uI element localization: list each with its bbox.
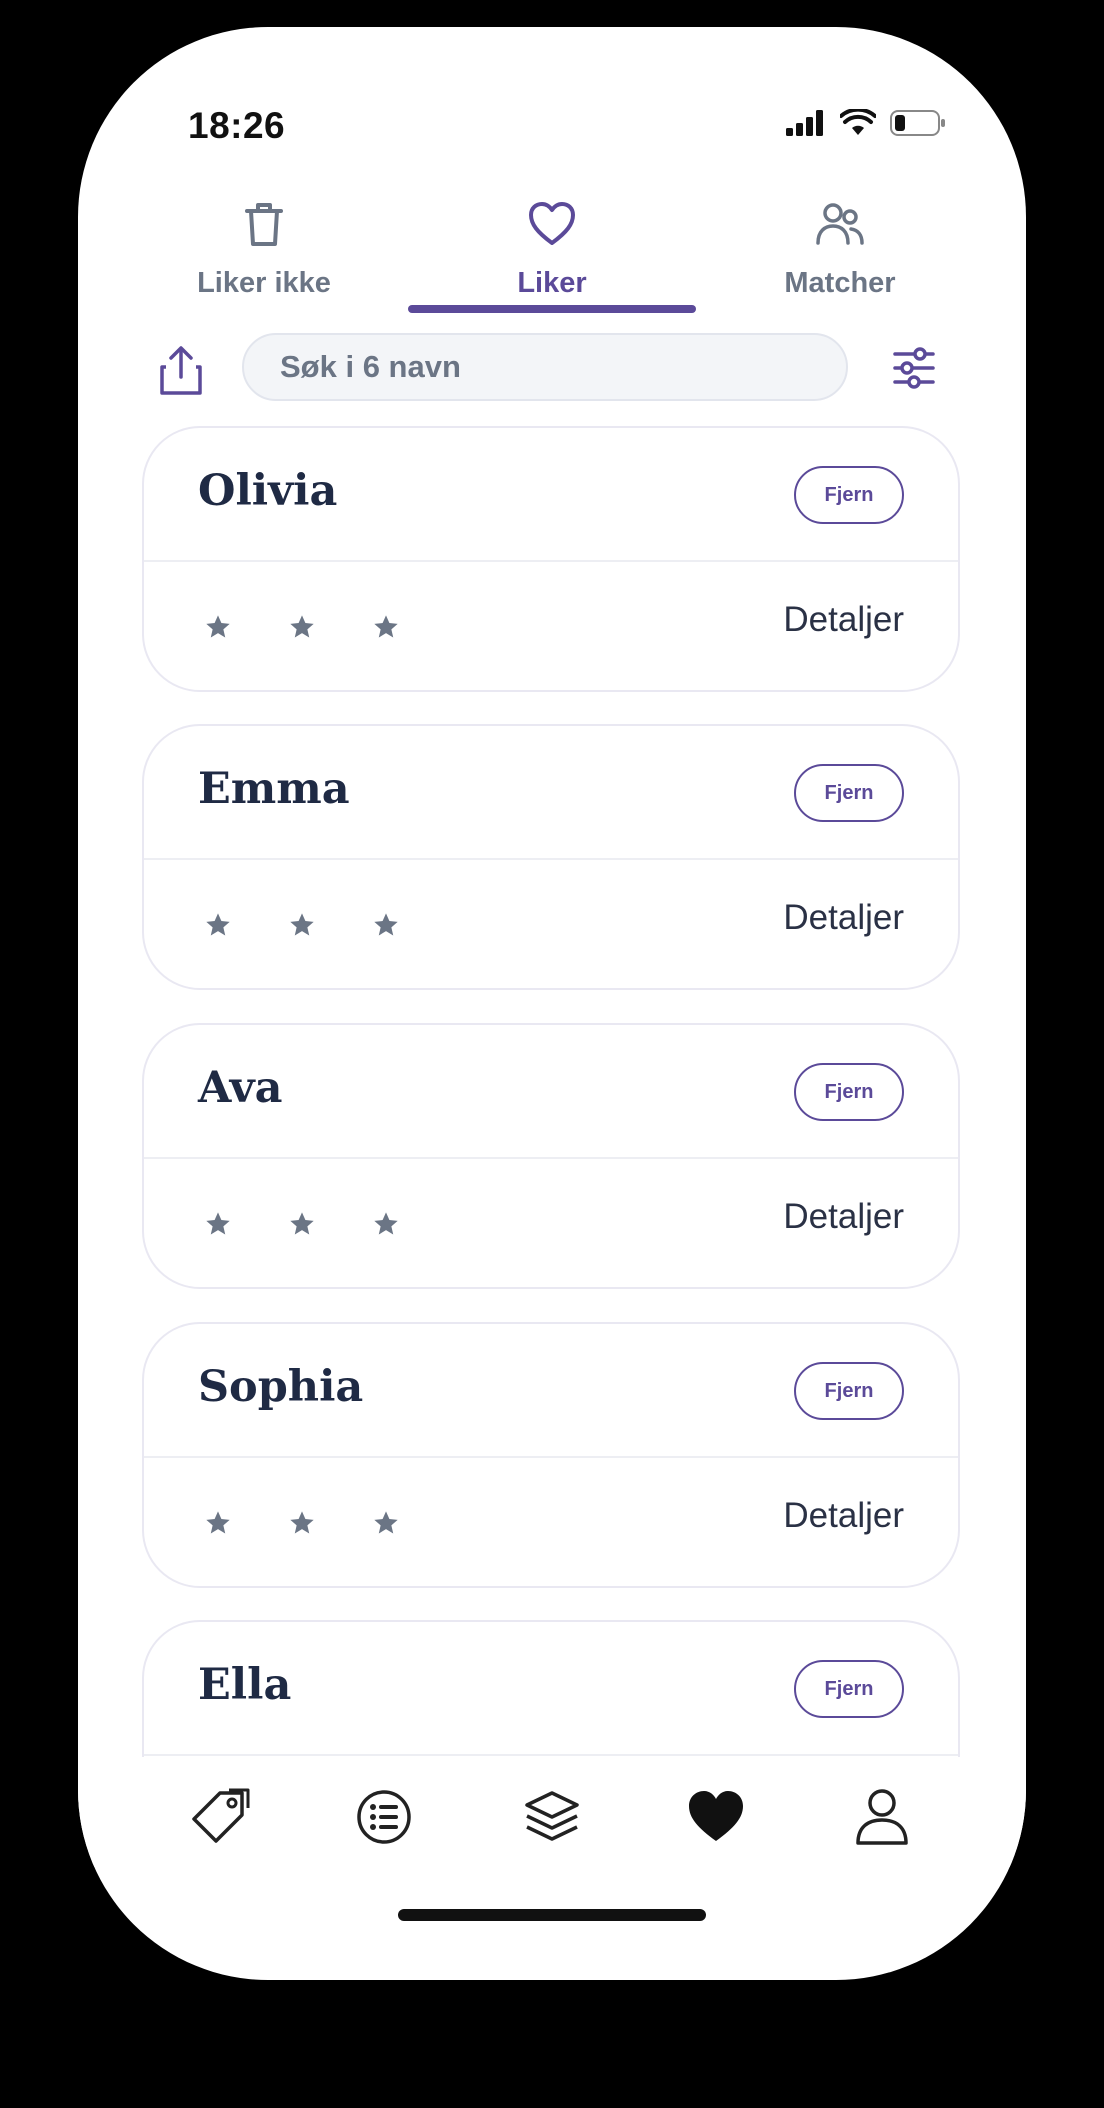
tab-label: Matcher (784, 267, 896, 299)
divider (144, 858, 958, 860)
name-card: Sophia Fjern Detaljer (142, 1322, 960, 1588)
tab-matcher[interactable]: Matcher (710, 187, 970, 327)
active-tab-indicator (408, 305, 696, 313)
name-title: Sophia (198, 1362, 364, 1412)
tab-bar: Liker ikke Liker Matcher (78, 187, 1026, 337)
list-icon[interactable] (354, 1787, 414, 1847)
filter-icon[interactable] (891, 345, 937, 391)
status-icons (786, 109, 946, 137)
star-icon[interactable] (372, 1509, 400, 1537)
search-input[interactable] (242, 333, 848, 401)
users-icon (816, 203, 864, 245)
name-title: Ella (198, 1660, 292, 1710)
name-title: Olivia (198, 466, 338, 516)
remove-button[interactable]: Fjern (794, 1660, 904, 1718)
divider (144, 1754, 958, 1756)
tag-icon[interactable] (190, 1787, 250, 1847)
star-icon[interactable] (288, 613, 316, 641)
battery-icon (890, 110, 945, 136)
details-link[interactable]: Detaljer (783, 600, 904, 640)
star-icon[interactable] (204, 613, 232, 641)
name-title: Ava (198, 1063, 283, 1113)
share-icon[interactable] (156, 345, 206, 399)
rating-stars[interactable] (204, 613, 400, 641)
remove-button[interactable]: Fjern (794, 764, 904, 822)
name-title: Emma (198, 764, 350, 814)
details-link[interactable]: Detaljer (783, 898, 904, 938)
wifi-icon (840, 109, 876, 135)
trash-icon (245, 203, 283, 246)
star-icon[interactable] (372, 613, 400, 641)
tab-label: Liker ikke (197, 267, 331, 299)
signal-icon (786, 110, 823, 136)
heart-filled-icon[interactable] (686, 1787, 746, 1847)
rating-stars[interactable] (204, 911, 400, 939)
name-card: Olivia Fjern Detaljer (142, 426, 960, 692)
star-icon[interactable] (372, 911, 400, 939)
rating-stars[interactable] (204, 1210, 400, 1238)
divider (144, 1157, 958, 1159)
heart-outline-icon (529, 202, 575, 245)
phone-screen: 18:26 Liker ikke Liker Matcher Søk i 6 n… (78, 27, 1026, 1980)
remove-button[interactable]: Fjern (794, 466, 904, 524)
details-link[interactable]: Detaljer (783, 1496, 904, 1536)
star-icon[interactable] (204, 911, 232, 939)
star-icon[interactable] (288, 1509, 316, 1537)
remove-button[interactable]: Fjern (794, 1362, 904, 1420)
star-icon[interactable] (204, 1509, 232, 1537)
star-icon[interactable] (288, 1210, 316, 1238)
divider (144, 560, 958, 562)
name-card: Emma Fjern Detaljer (142, 724, 960, 990)
rating-stars[interactable] (204, 1509, 400, 1537)
star-icon[interactable] (372, 1210, 400, 1238)
status-time: 18:26 (188, 105, 286, 146)
name-card: Ava Fjern Detaljer (142, 1023, 960, 1289)
divider (144, 1456, 958, 1458)
tab-label: Liker (517, 267, 587, 299)
profile-icon[interactable] (852, 1787, 912, 1847)
bottom-navigation (78, 1757, 1026, 1867)
star-icon[interactable] (288, 911, 316, 939)
remove-button[interactable]: Fjern (794, 1063, 904, 1121)
home-indicator (398, 1909, 706, 1921)
star-icon[interactable] (204, 1210, 232, 1238)
layers-icon[interactable] (522, 1787, 582, 1847)
tab-liker-ikke[interactable]: Liker ikke (134, 187, 394, 327)
liked-names-list: Olivia Fjern Detaljer Emma Fjern Detalje… (142, 426, 960, 1786)
details-link[interactable]: Detaljer (783, 1197, 904, 1237)
